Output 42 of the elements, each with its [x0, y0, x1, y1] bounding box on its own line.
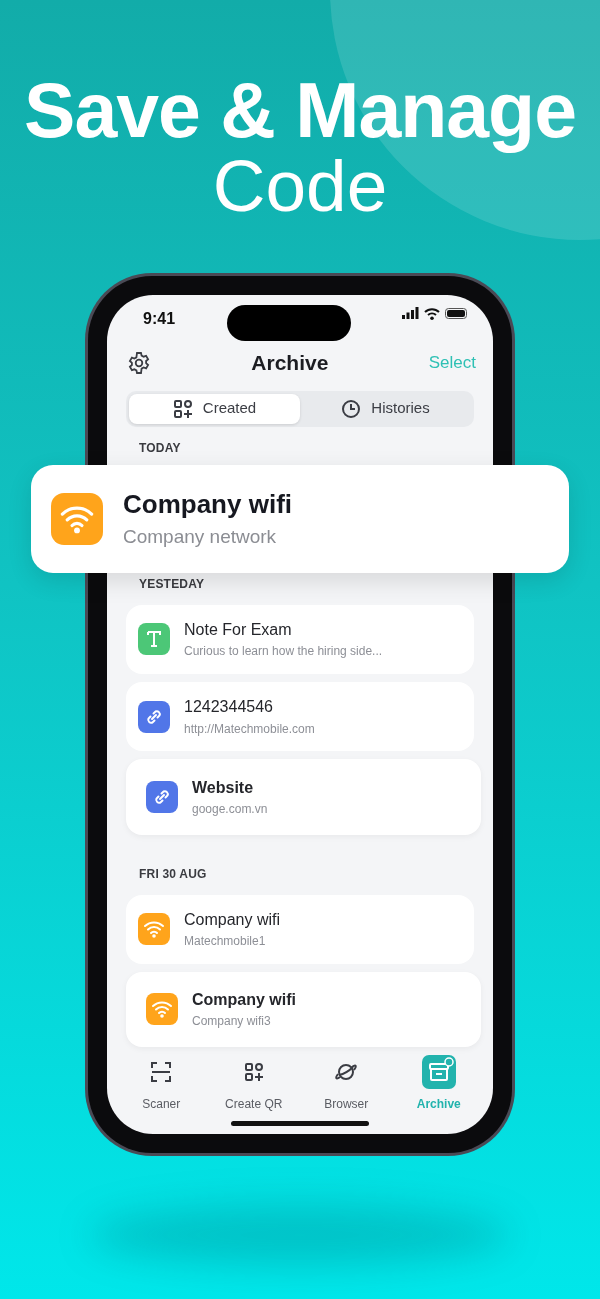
- item-subtitle: Curious to learn how the hiring side...: [184, 644, 383, 659]
- item-title: Company wifi: [184, 909, 281, 930]
- status-time: 9:41: [143, 309, 176, 329]
- nav-tab[interactable]: Create QR: [209, 1055, 298, 1114]
- item-subtitle: Matechmobile1: [184, 934, 267, 949]
- link-icon: [146, 780, 178, 813]
- clock-icon: [341, 398, 362, 419]
- item-title: Company wifi: [123, 489, 292, 521]
- item-subtitle: Company network: [123, 526, 278, 549]
- item-title: Company wifi: [192, 990, 296, 1010]
- wifi-icon: [138, 913, 170, 946]
- wifi-icon: [424, 307, 440, 320]
- signal-icon: [402, 307, 419, 320]
- item-title: Note For Exam: [184, 620, 293, 640]
- item-title: Website: [192, 777, 255, 797]
- settings-icon[interactable]: [127, 350, 151, 375]
- item-title: 1242344546: [184, 697, 274, 717]
- nav-tab[interactable]: Browser: [302, 1055, 391, 1114]
- section-heading: YESTEDAY: [138, 575, 206, 593]
- screen-title: Archive: [251, 350, 329, 377]
- nav-tab[interactable]: Scaner: [117, 1055, 206, 1114]
- list-item[interactable]: Company wifi Matechmobile1: [126, 894, 474, 964]
- item-subtitle: http://Matechmobile.com: [184, 721, 315, 736]
- featured-card[interactable]: Company wifi Company network: [31, 465, 569, 573]
- wifi-icon: [51, 493, 103, 545]
- list-item[interactable]: Note For Exam Curious to learn how the hiring side...: [126, 604, 474, 674]
- tab[interactable]: Histories: [300, 393, 471, 424]
- link-icon: [138, 700, 170, 733]
- qr-code-icon: [172, 398, 193, 419]
- section-heading: TODAY: [138, 439, 182, 457]
- text-icon: [138, 623, 170, 656]
- item-subtitle: googe.com.vn: [192, 801, 268, 817]
- archive-box-icon: [421, 1055, 456, 1090]
- battery-icon: [445, 308, 467, 319]
- list-item[interactable]: Website googe.com.vn: [126, 759, 481, 835]
- item-subtitle: Company wifi3: [192, 1014, 272, 1029]
- list-item[interactable]: 1242344546 http://Matechmobile.com: [126, 681, 474, 752]
- headline: Code: [212, 149, 388, 222]
- list-item[interactable]: Company wifi Company wifi3: [126, 971, 481, 1048]
- wifi-icon: [146, 993, 178, 1026]
- section-heading: FRI 30 AUG: [138, 865, 208, 883]
- tab[interactable]: Created: [129, 393, 300, 424]
